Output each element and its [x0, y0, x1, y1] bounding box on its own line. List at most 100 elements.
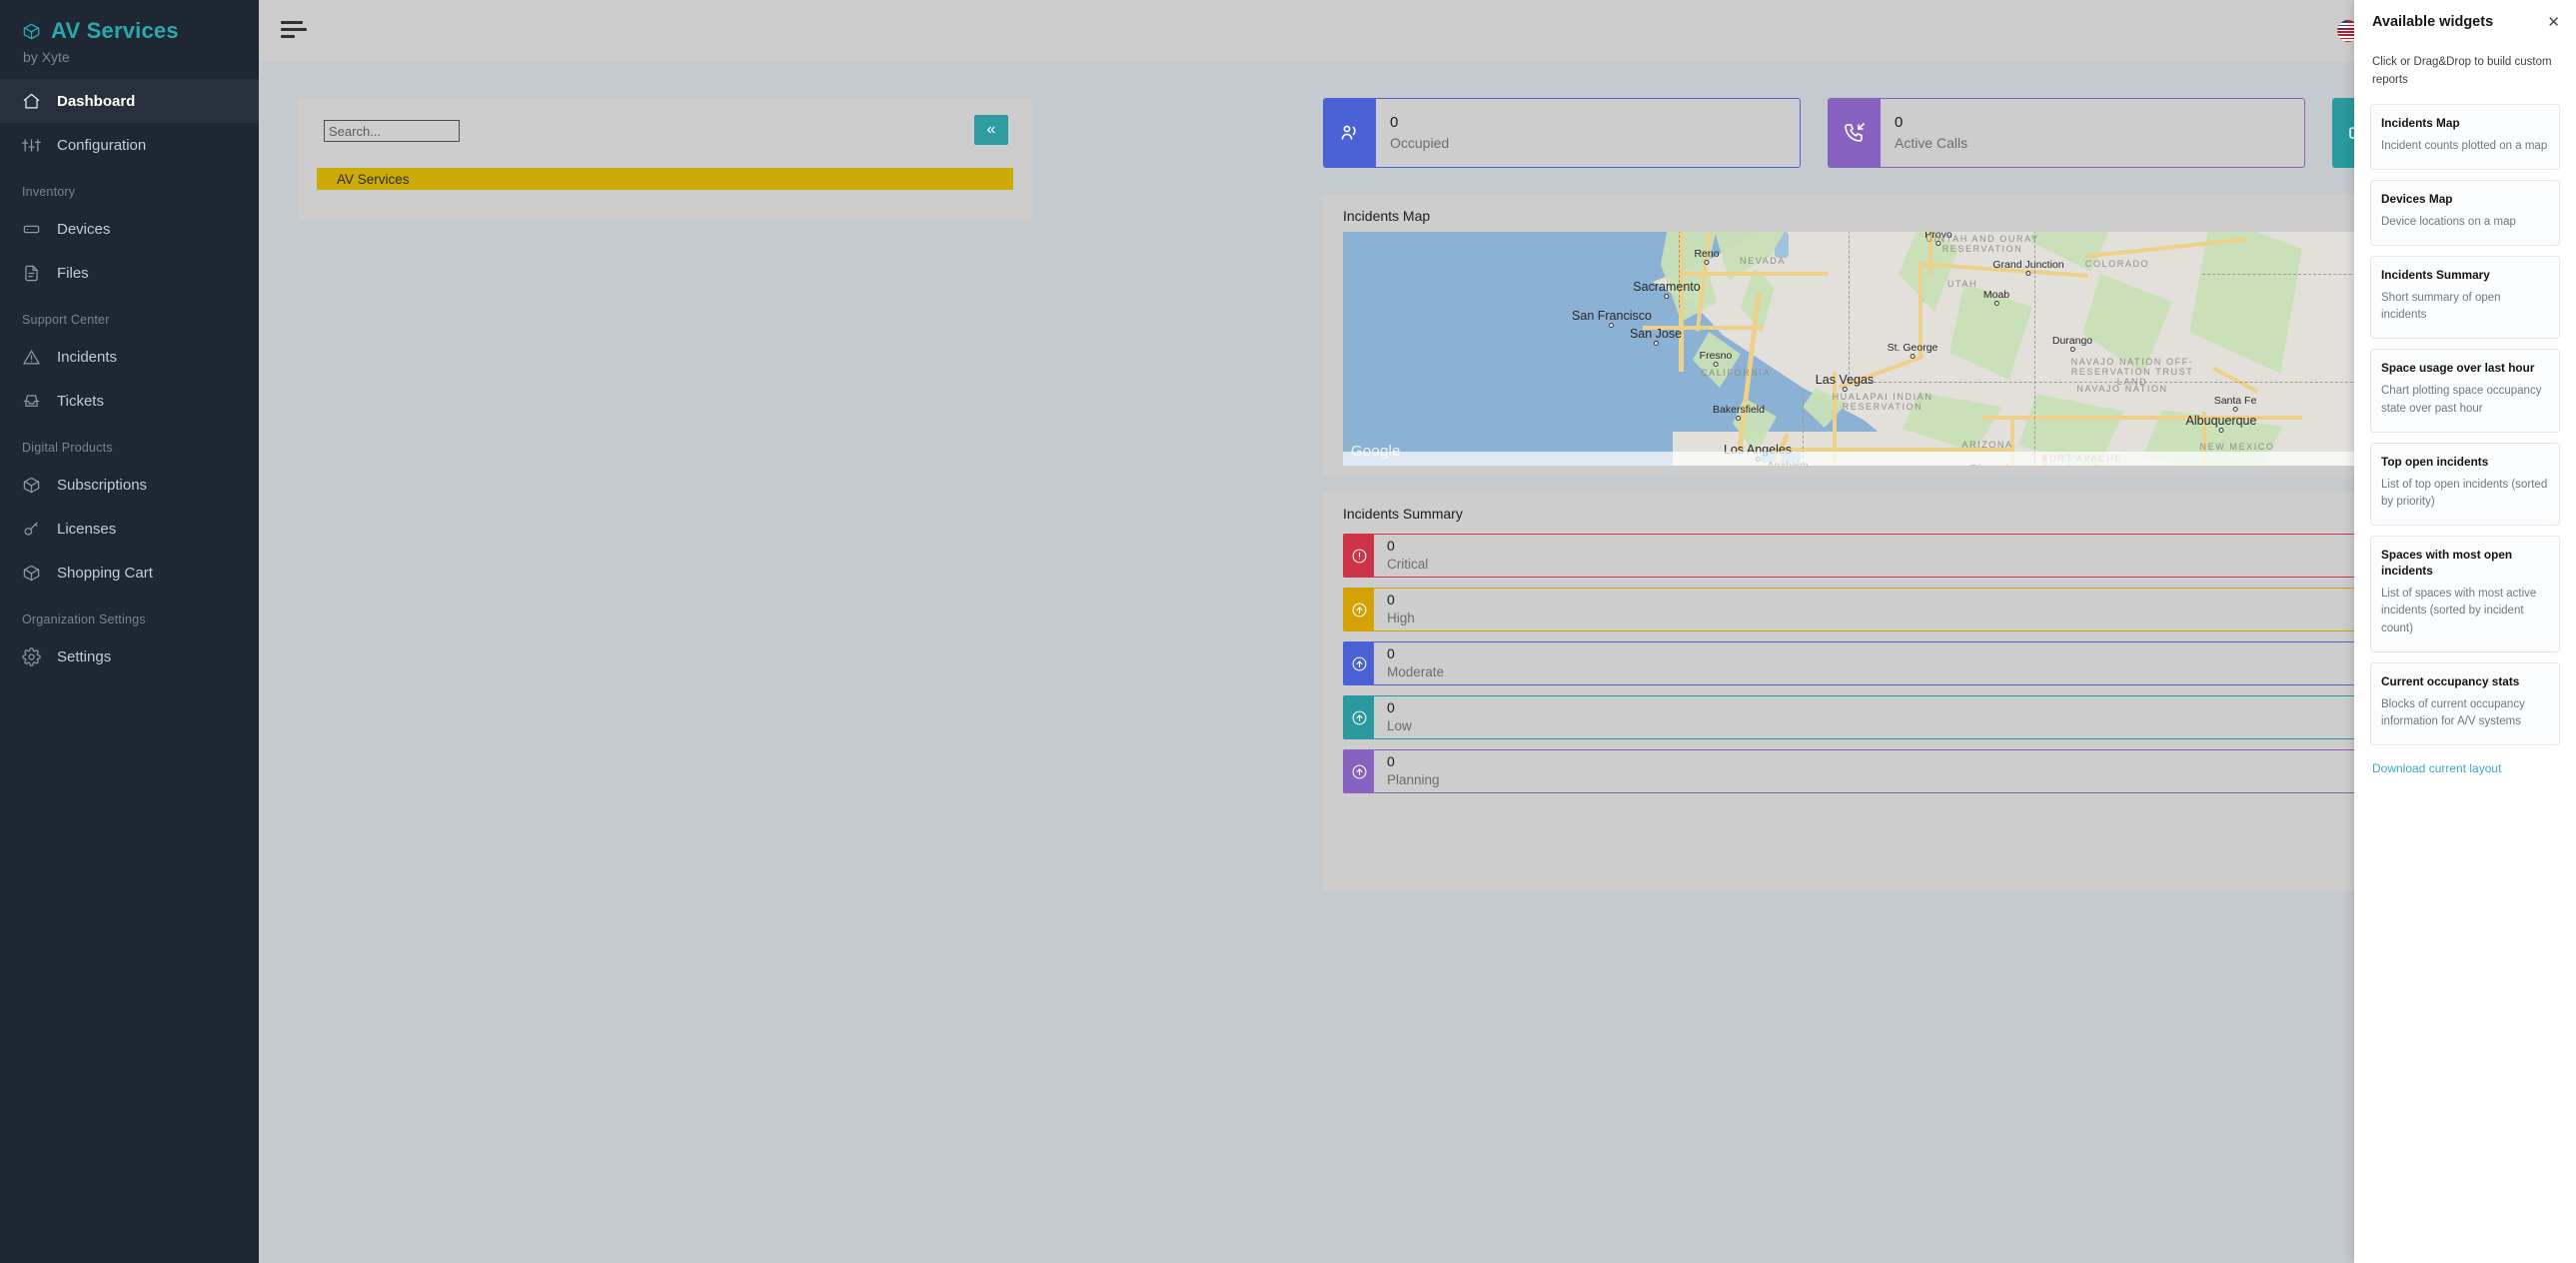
- widget-card-title: Space usage over last hour: [2381, 361, 2535, 376]
- arrow-up-circle-icon: [1344, 589, 1374, 631]
- severity-label: High: [1387, 611, 1415, 627]
- widget-card-desc: Blocks of current occupancy information …: [2381, 697, 2525, 727]
- stat-value: 0: [1390, 114, 1399, 132]
- gear-icon: [22, 646, 41, 666]
- widget-card-title: Incidents Summary: [2381, 267, 2490, 282]
- map-city-dot: [1664, 294, 1670, 299]
- sidebar-item-settings[interactable]: Settings: [0, 634, 259, 678]
- sidebar-item-label: Shopping Cart: [57, 564, 153, 582]
- map-region-label: NEVADA: [1740, 256, 1786, 266]
- sidebar-item-label: Subscriptions: [57, 476, 148, 494]
- sidebar-item-dashboard[interactable]: Dashboard: [0, 79, 259, 123]
- widget-card-devices-map[interactable]: Devices Map Device locations on a map: [2370, 179, 2560, 246]
- map-city-label: San Jose: [1630, 327, 1682, 346]
- map-city-dot: [2069, 347, 2075, 352]
- severity-value: 0: [1387, 538, 1395, 555]
- available-widgets-drawer: Available widgets ✕ Click or Drag&Drop t…: [2354, 0, 2576, 1263]
- map-city-name: Fresno: [1699, 350, 1733, 362]
- sidebar-item-label: Configuration: [57, 136, 147, 154]
- map-region-label: ARIZONA: [1961, 440, 2013, 450]
- map-city-label: Albuquerque: [2185, 414, 2257, 433]
- widget-card-spaces-with-most-open-incidents[interactable]: Spaces with most open incidents List of s…: [2370, 536, 2560, 652]
- severity-value: 0: [1387, 753, 1395, 770]
- map-city-label: Reno: [1694, 248, 1720, 265]
- widget-card-desc: List of spaces with most active incident…: [2381, 588, 2537, 634]
- arrow-up-circle-icon: [1344, 750, 1374, 792]
- map-city-dot: [1704, 260, 1710, 265]
- map-city-label: Fresno: [1699, 350, 1733, 367]
- map-city-label: Bakersfield: [1713, 404, 1765, 421]
- map-city-name: Reno: [1694, 248, 1720, 260]
- map-city-name: San Jose: [1629, 327, 1683, 341]
- widget-list: Incidents Map Incident counts plotted on …: [2354, 90, 2576, 746]
- stat-card-occupied[interactable]: 0 Occupied: [1323, 98, 1801, 168]
- sidebar-item-label: Tickets: [57, 392, 104, 410]
- widget-card-top-open-incidents[interactable]: Top open incidents List of top open incid…: [2370, 442, 2560, 527]
- map-city-label: Sacramento: [1633, 280, 1701, 299]
- search-input[interactable]: [324, 120, 460, 142]
- app-root: AV Services by Xyte Dashboard Configurati…: [0, 0, 2576, 1263]
- sidebar-item-devices[interactable]: Devices: [0, 207, 259, 251]
- sidebar-item-label: Dashboard: [57, 92, 136, 110]
- sliders-icon: [22, 136, 41, 155]
- sidebar-item-subscriptions[interactable]: Subscriptions: [0, 463, 259, 507]
- widget-card-desc: Short summary of open incidents: [2381, 291, 2501, 322]
- key-icon: [22, 520, 41, 539]
- map-region-label: COLORADO: [2084, 259, 2150, 269]
- file-icon: [22, 264, 41, 283]
- sidebar-section-title: Inventory: [22, 185, 76, 199]
- severity-label: Low: [1387, 718, 1412, 734]
- widget-card-incidents-map[interactable]: Incidents Map Incident counts plotted on …: [2370, 103, 2560, 170]
- drawer-hint: Click or Drag&Drop to build custom repor…: [2372, 56, 2552, 86]
- hamburger-icon[interactable]: [281, 20, 307, 42]
- widget-card-incidents-summary[interactable]: Incidents Summary Short summary of open i…: [2370, 255, 2560, 340]
- sidebar-item-label: Licenses: [57, 520, 117, 538]
- widget-card-title: Current occupancy stats: [2381, 673, 2520, 688]
- arrow-up-circle-icon: [1344, 642, 1374, 684]
- home-icon: [22, 92, 41, 111]
- map-city-dot: [1993, 301, 1999, 306]
- sidebar-item-label: Incidents: [57, 348, 118, 366]
- sidebar-item-files[interactable]: Files: [0, 251, 259, 295]
- top-header: AV Services ▾ B: [259, 0, 2576, 62]
- sidebar-item-tickets[interactable]: Tickets: [0, 379, 259, 423]
- alert-circle-icon: [1344, 535, 1374, 577]
- map-city-name: St. George: [1887, 342, 1938, 354]
- space-list-item-label: AV Services: [337, 171, 410, 187]
- sidebar-item-configuration[interactable]: Configuration: [0, 123, 259, 167]
- severity-value: 0: [1387, 592, 1395, 609]
- stat-label: Active Calls: [1895, 134, 1968, 151]
- map-region-label: UTAH: [1946, 279, 1978, 289]
- widget-card-title: Top open incidents: [2381, 454, 2489, 469]
- close-icon[interactable]: ✕: [2547, 15, 2560, 30]
- inbox-icon: [22, 392, 41, 411]
- map-region-label: NAVAJO NATION: [2076, 384, 2168, 394]
- sidebar-item-shopping-cart[interactable]: Shopping Cart: [0, 551, 259, 595]
- spaces-panel: « AV Services: [298, 98, 1032, 220]
- map-city-dot: [1736, 416, 1742, 421]
- widget-card-current-occupancy-stats[interactable]: Current occupancy stats Blocks of current…: [2370, 661, 2560, 746]
- widget-card-title: Spaces with most open incidents: [2381, 548, 2513, 579]
- widget-card-desc: Chart plotting space occupancy state ove…: [2381, 385, 2542, 415]
- collapse-panel-button[interactable]: «: [974, 115, 1008, 145]
- map-region-label: UINTAH AND OURAY RESERVATION: [1926, 234, 2039, 254]
- map-city-name: Albuquerque: [2185, 414, 2257, 428]
- sidebar-item-licenses[interactable]: Licenses: [0, 507, 259, 551]
- stat-card-active-calls[interactable]: 0 Active Calls: [1828, 98, 2305, 168]
- widget-card-desc: Device locations on a map: [2381, 215, 2516, 228]
- stat-label: Occupied: [1390, 134, 1450, 151]
- drawer-title: Available widgets: [2372, 14, 2494, 30]
- sidebar-section-title: Digital Products: [22, 441, 113, 455]
- map-region-label: NEW MEXICO: [2199, 442, 2275, 452]
- map-city-name: Bakersfield: [1713, 404, 1765, 416]
- sidebar-item-incidents[interactable]: Incidents: [0, 335, 259, 379]
- map-city-name: Grand Junction: [1992, 259, 2064, 271]
- download-current-layout-link[interactable]: Download current layout: [2354, 755, 2576, 775]
- map-city-label: Durango: [2052, 335, 2092, 352]
- occupancy-icon: [1324, 99, 1376, 167]
- widget-card-space-usage-over-last-hour[interactable]: Space usage over last hour Chart plotting…: [2370, 349, 2560, 433]
- space-list-item[interactable]: AV Services: [317, 168, 1013, 190]
- main-content: « AV Services 0Occupied0Active Calls0Pre…: [259, 62, 2576, 1263]
- widget-card-desc: List of top open incidents (sorted by pr…: [2381, 478, 2548, 508]
- map-city-label: San Francisco: [1572, 309, 1652, 328]
